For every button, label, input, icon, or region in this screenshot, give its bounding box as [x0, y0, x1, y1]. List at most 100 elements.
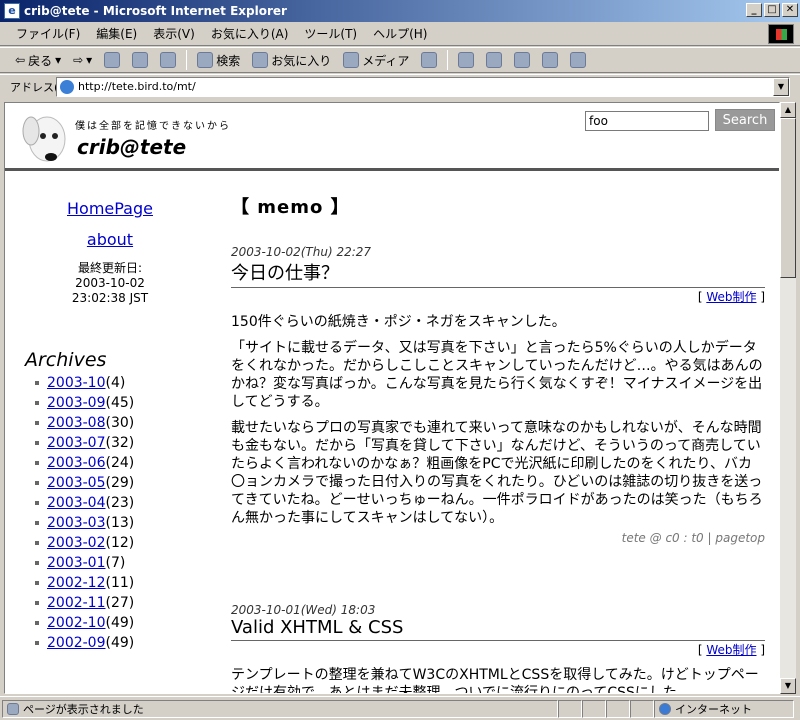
list-item: 2003-06 (24) — [35, 453, 134, 473]
minimize-button[interactable]: _ — [746, 3, 762, 17]
bullet-icon — [35, 441, 39, 445]
mail-button[interactable] — [453, 50, 479, 70]
edit-button[interactable] — [509, 50, 535, 70]
entry-footer[interactable]: tete @ c0 : t0 | pagetop — [231, 531, 765, 545]
archive-link[interactable]: 2003-06 — [47, 453, 106, 473]
homepage-link[interactable]: HomePage — [5, 199, 215, 218]
window-title: crib@tete - Microsoft Internet Explorer — [24, 4, 287, 18]
section-title: 【 memo 】 — [231, 197, 350, 218]
archive-link[interactable]: 2003-09 — [47, 393, 106, 413]
archive-count: (4) — [105, 375, 126, 391]
archives-heading: Archives — [25, 349, 107, 371]
archive-count: (45) — [105, 395, 135, 411]
maximize-button[interactable]: □ — [764, 3, 780, 17]
media-button[interactable]: メディア — [338, 50, 414, 71]
stop-icon — [104, 52, 121, 68]
zone-text: インターネット — [675, 702, 752, 716]
about-link[interactable]: about — [5, 230, 215, 249]
scroll-up-button[interactable]: ▲ — [780, 102, 796, 118]
archive-count: (12) — [105, 535, 135, 551]
last-updated-time: 23:02:38 JST — [71, 291, 149, 305]
archive-link[interactable]: 2002-10 — [47, 613, 106, 633]
print-icon — [486, 52, 503, 68]
address-dropdown-button[interactable]: ▼ — [773, 77, 789, 96]
list-item: 2003-08 (30) — [35, 413, 134, 433]
archive-link[interactable]: 2002-11 — [47, 593, 106, 613]
archive-link[interactable]: 2003-02 — [47, 533, 106, 553]
last-updated-label: 最終更新日: — [77, 261, 143, 275]
status-pane — [606, 699, 630, 718]
archive-link[interactable]: 2003-07 — [47, 433, 106, 453]
media-icon — [343, 52, 360, 68]
search-input[interactable]: foo — [585, 111, 709, 131]
category-link[interactable]: Web制作 — [706, 290, 756, 304]
list-item: 2003-09 (45) — [35, 393, 134, 413]
forward-arrow-icon: ⇨ — [73, 53, 84, 67]
status-text: ページが表示されました — [23, 702, 144, 716]
archive-link[interactable]: 2003-03 — [47, 513, 106, 533]
menu-tools[interactable]: ツール(T) — [296, 25, 365, 42]
discuss-button[interactable] — [537, 50, 563, 70]
dropdown-icon: ▾ — [55, 53, 62, 67]
search-button[interactable]: 検索 — [192, 50, 245, 71]
archive-link[interactable]: 2003-10 — [47, 373, 106, 393]
archive-link[interactable]: 2003-04 — [47, 493, 106, 513]
archive-count: (30) — [105, 415, 135, 431]
site-tagline: 僕は全部を記憶できないから — [75, 121, 231, 132]
page-viewport: 僕は全部を記憶できないから crib@tete foo Search HomeP… — [4, 102, 780, 694]
address-url: http://tete.bird.to/mt/ — [78, 80, 196, 93]
history-button[interactable] — [416, 50, 442, 70]
archive-count: (29) — [105, 475, 135, 491]
search-submit-button[interactable]: Search — [715, 109, 775, 131]
archive-count: (49) — [105, 615, 135, 631]
archive-link[interactable]: 2002-12 — [47, 573, 106, 593]
archive-link[interactable]: 2003-01 — [47, 553, 106, 573]
scroll-thumb[interactable] — [780, 118, 796, 278]
entry-paragraph: 載せたいならプロの写真家でも連れて来いって意味なのかもしれないが、そんな時間も金… — [231, 420, 763, 526]
bullet-icon — [35, 581, 39, 585]
menu-edit[interactable]: 編集(E) — [88, 25, 145, 42]
refresh-button[interactable] — [127, 50, 153, 70]
bullet-icon — [35, 541, 39, 545]
messenger-icon — [570, 52, 587, 68]
refresh-icon — [132, 52, 149, 68]
menu-file[interactable]: ファイル(F) — [8, 25, 88, 42]
address-input[interactable]: http://tete.bird.to/mt/ ▼ — [56, 76, 790, 97]
close-button[interactable]: ✕ — [782, 3, 798, 17]
title-bar: e crib@tete - Microsoft Internet Explore… — [0, 0, 800, 22]
category-link[interactable]: Web制作 — [706, 643, 756, 657]
bullet-icon — [35, 461, 39, 465]
scroll-down-button[interactable]: ▼ — [780, 678, 796, 694]
bullet-icon — [35, 501, 39, 505]
favorites-icon — [252, 52, 269, 68]
menu-favorites[interactable]: お気に入り(A) — [203, 25, 297, 42]
favorites-button[interactable]: お気に入り — [247, 50, 336, 71]
home-button[interactable] — [155, 50, 181, 70]
bullet-icon — [35, 641, 39, 645]
entry-date: 2003-10-02(Thu) 22:27 — [231, 245, 372, 259]
mail-icon — [458, 52, 475, 68]
page-done-icon — [7, 702, 19, 715]
discuss-icon — [542, 52, 559, 68]
ie-icon: e — [4, 3, 20, 19]
toolbar-separator — [186, 50, 188, 70]
menu-view[interactable]: 表示(V) — [145, 25, 203, 42]
page-icon — [60, 79, 74, 94]
stop-button[interactable] — [99, 50, 125, 70]
menu-help[interactable]: ヘルプ(H) — [365, 25, 435, 42]
toolbar: ⇦ 戻る ▾ ⇨ ▾ 検索 お気に入り メディア — [0, 47, 800, 73]
site-title[interactable]: crib@tete — [77, 135, 186, 159]
archive-link[interactable]: 2003-05 — [47, 473, 106, 493]
messenger-button[interactable] — [565, 50, 591, 70]
list-item: 2002-09 (49) — [35, 633, 134, 653]
print-button[interactable] — [481, 50, 507, 70]
list-item: 2003-07 (32) — [35, 433, 134, 453]
vertical-scrollbar[interactable]: ▲ ▼ — [780, 102, 796, 694]
entry-date: 2003-10-01(Wed) 18:03 — [231, 603, 376, 617]
back-button[interactable]: ⇦ 戻る ▾ — [10, 50, 66, 71]
archive-link[interactable]: 2003-08 — [47, 413, 106, 433]
archive-link[interactable]: 2002-09 — [47, 633, 106, 653]
archive-count: (13) — [105, 515, 135, 531]
forward-button[interactable]: ⇨ ▾ — [68, 51, 97, 69]
status-pane — [582, 699, 606, 718]
